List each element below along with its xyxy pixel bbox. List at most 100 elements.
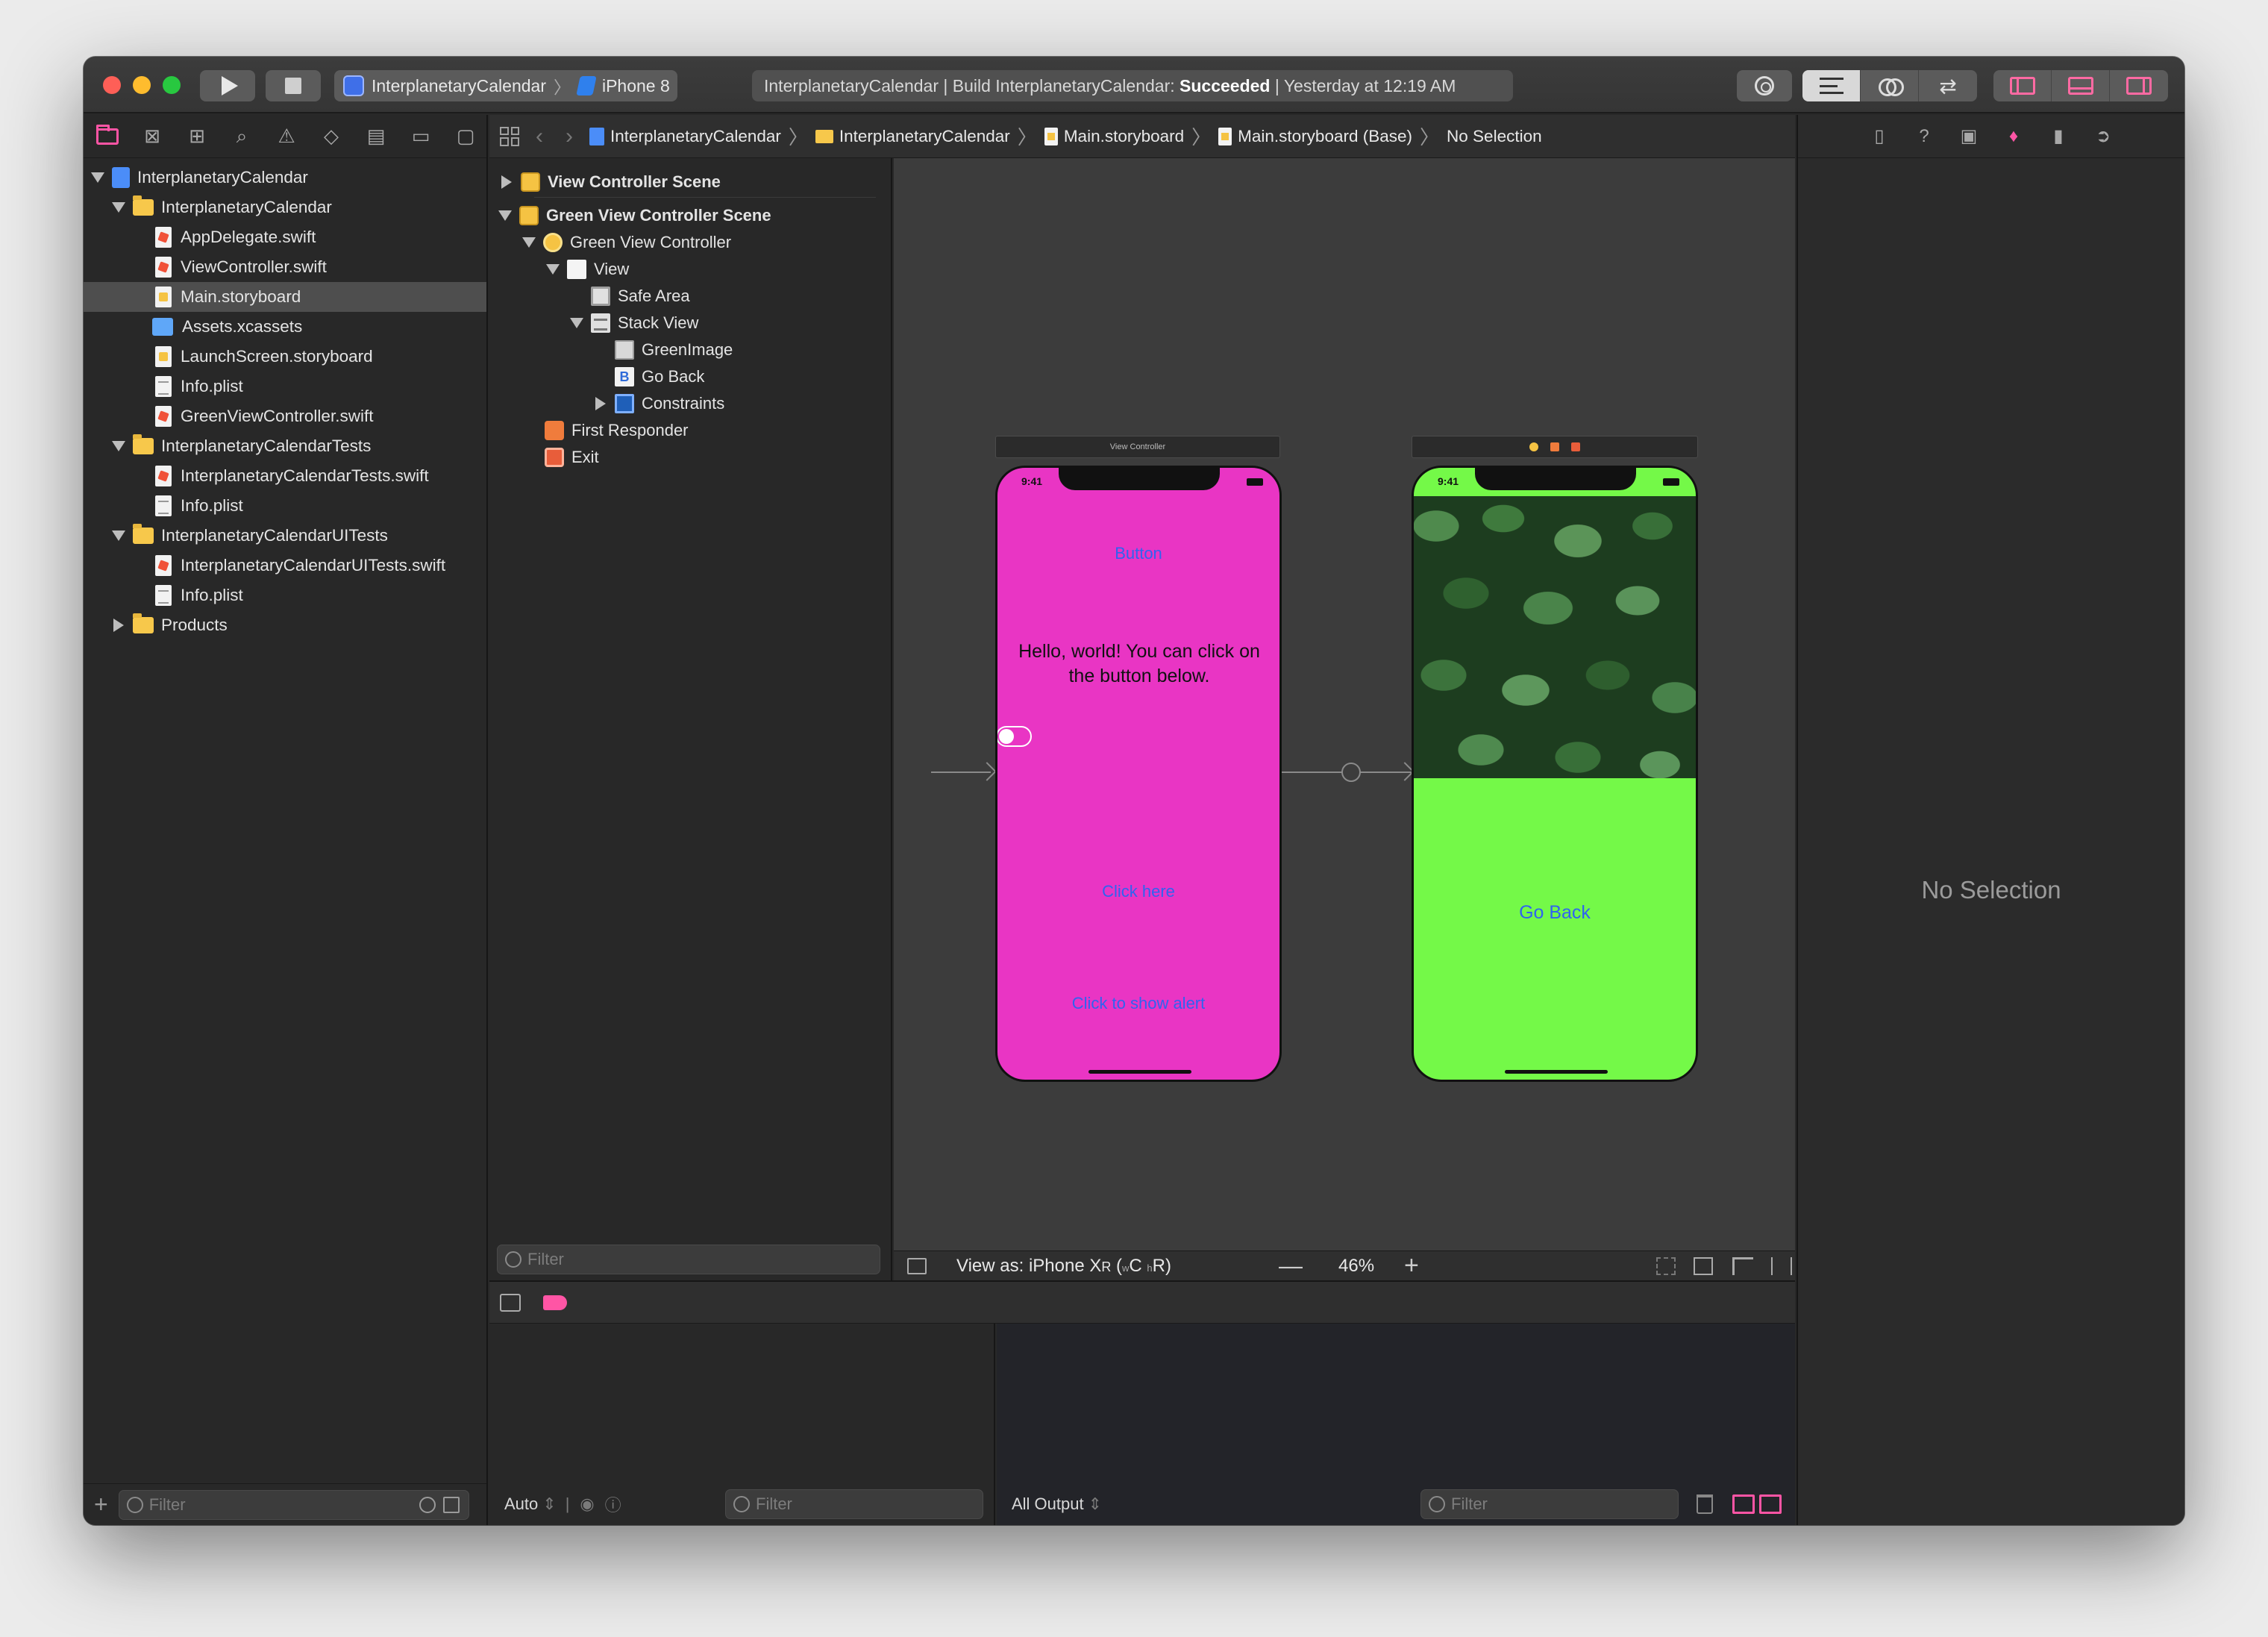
back-arrow-icon[interactable]: ‹ bbox=[530, 124, 549, 149]
outline-item-view-controller[interactable]: Green View Controller bbox=[489, 229, 891, 256]
outline-item-button[interactable]: B Go Back bbox=[489, 363, 891, 390]
tree-item-file-selected[interactable]: Main.storyboard bbox=[84, 282, 486, 312]
toggle-debug-button[interactable] bbox=[2052, 70, 2110, 101]
breadcrumb[interactable]: InterplanetaryCalendar 〉 InterplanetaryC… bbox=[589, 122, 1542, 150]
tree-item-file[interactable]: ViewController.swift bbox=[84, 252, 486, 282]
quick-help-tab[interactable]: ? bbox=[1913, 125, 1935, 148]
exit-dock-icon[interactable] bbox=[1571, 442, 1580, 451]
console-view[interactable]: All Output ⇕ Filter bbox=[997, 1324, 1795, 1525]
view-controller-dock-icon[interactable] bbox=[1529, 442, 1538, 451]
recent-files-icon[interactable] bbox=[419, 1496, 436, 1513]
scene-dock[interactable]: View Controller bbox=[995, 436, 1280, 458]
disclosure-closed-icon[interactable] bbox=[501, 175, 512, 189]
assistant-editor-button[interactable] bbox=[1861, 70, 1919, 101]
tree-item-file[interactable]: Info.plist bbox=[84, 491, 486, 521]
size-inspector-tab[interactable]: ▮ bbox=[2047, 125, 2070, 148]
scene-dock[interactable] bbox=[1412, 436, 1698, 458]
identity-inspector-tab[interactable]: ▣ bbox=[1958, 125, 1980, 148]
disclosure-closed-icon[interactable] bbox=[595, 397, 606, 410]
add-file-button[interactable]: + bbox=[94, 1491, 108, 1518]
connections-inspector-tab[interactable]: ➲ bbox=[2092, 125, 2114, 148]
tree-item-file[interactable]: GreenViewController.swift bbox=[84, 401, 486, 431]
output-select[interactable]: All Output bbox=[1012, 1494, 1084, 1514]
debug-navigator-tab[interactable]: ▤ bbox=[364, 125, 388, 148]
switch-toggle[interactable] bbox=[997, 726, 1032, 747]
pink-view-controller[interactable]: 9:41 Button Hello, world! You can click … bbox=[995, 466, 1282, 1082]
breadcrumb-item[interactable]: No Selection bbox=[1447, 127, 1542, 146]
zoom-window-button[interactable] bbox=[163, 76, 181, 94]
tree-item-project[interactable]: InterplanetaryCalendar bbox=[84, 163, 486, 193]
run-button[interactable] bbox=[200, 70, 255, 101]
outline-item-exit[interactable]: Exit bbox=[489, 444, 891, 471]
attributes-inspector-tab[interactable]: ♦ bbox=[2002, 125, 2025, 148]
navigator-filter-input[interactable]: Filter bbox=[118, 1489, 469, 1520]
minimize-window-button[interactable] bbox=[133, 76, 151, 94]
outline-item-safe-area[interactable]: Safe Area bbox=[489, 283, 891, 310]
version-editor-button[interactable]: ⇄ bbox=[1919, 70, 1977, 101]
report-navigator-tab[interactable]: ▢ bbox=[454, 125, 477, 148]
show-alert-button[interactable]: Click to show alert bbox=[997, 994, 1279, 1013]
tree-item-file[interactable]: LaunchScreen.storyboard bbox=[84, 342, 486, 372]
outline-item-first-responder[interactable]: First Responder bbox=[489, 417, 891, 444]
breakpoints-toggle-icon[interactable] bbox=[543, 1295, 567, 1310]
breadcrumb-item[interactable]: InterplanetaryCalendar bbox=[839, 127, 1010, 146]
symbol-navigator-tab[interactable]: ⊞ bbox=[185, 125, 209, 148]
disclosure-open-icon[interactable] bbox=[498, 210, 512, 221]
breadcrumb-item[interactable]: Main.storyboard bbox=[1064, 127, 1184, 146]
tree-item-file[interactable]: Info.plist bbox=[84, 580, 486, 610]
storyboard-canvas[interactable]: View Controller 9:41 Button Hello, world… bbox=[894, 158, 1795, 1251]
outline-item-scene[interactable]: Green View Controller Scene bbox=[489, 202, 891, 229]
eye-icon[interactable]: ◉ bbox=[580, 1494, 594, 1514]
first-responder-dock-icon[interactable] bbox=[1550, 442, 1559, 451]
green-view-controller[interactable]: 9:41 Go Back bbox=[1412, 466, 1698, 1082]
tree-item-file[interactable]: InterplanetaryCalendarTests.swift bbox=[84, 461, 486, 491]
breakpoint-navigator-tab[interactable]: ▭ bbox=[409, 125, 433, 148]
disclosure-closed-icon[interactable] bbox=[113, 619, 124, 632]
align-icon[interactable] bbox=[1732, 1256, 1753, 1275]
toggle-inspector-button[interactable] bbox=[2110, 70, 2168, 101]
zoom-in-button[interactable]: + bbox=[1404, 1251, 1419, 1280]
tree-item-file[interactable]: Assets.xcassets bbox=[84, 312, 486, 342]
console-filter-input[interactable]: Filter bbox=[1420, 1489, 1679, 1519]
trash-icon[interactable] bbox=[1697, 1494, 1713, 1514]
disclosure-open-icon[interactable] bbox=[112, 530, 125, 541]
outline-item-view[interactable]: View bbox=[489, 256, 891, 283]
stop-button[interactable] bbox=[266, 70, 321, 101]
standard-editor-button[interactable] bbox=[1802, 70, 1861, 101]
outline-toggle-icon[interactable] bbox=[907, 1257, 927, 1274]
disclosure-open-icon[interactable] bbox=[91, 172, 104, 183]
green-image[interactable] bbox=[1414, 496, 1696, 778]
toggle-navigator-button[interactable] bbox=[1993, 70, 2052, 101]
issue-navigator-tab[interactable]: ⚠ bbox=[275, 125, 298, 148]
click-here-button[interactable]: Click here bbox=[997, 882, 1279, 901]
tree-item-folder[interactable]: InterplanetaryCalendarUITests bbox=[84, 521, 486, 551]
button-button[interactable]: Button bbox=[997, 544, 1279, 563]
test-navigator-tab[interactable]: ◇ bbox=[319, 125, 343, 148]
view-as-label[interactable]: View as: iPhone XR (wC hR) bbox=[956, 1256, 1171, 1277]
outline-item-stack-view[interactable]: Stack View bbox=[489, 310, 891, 337]
outline-item-image-view[interactable]: GreenImage bbox=[489, 337, 891, 363]
hide-debug-area-icon[interactable] bbox=[500, 1293, 521, 1312]
tree-item-file[interactable]: InterplanetaryCalendarUITests.swift bbox=[84, 551, 486, 580]
outline-item-scene[interactable]: View Controller Scene bbox=[489, 169, 891, 195]
breadcrumb-item[interactable]: InterplanetaryCalendar bbox=[610, 127, 781, 146]
info-icon[interactable]: ⓘ bbox=[605, 1492, 621, 1516]
related-items-icon[interactable] bbox=[500, 126, 519, 146]
disclosure-open-icon[interactable] bbox=[522, 237, 536, 248]
outline-filter-input[interactable]: Filter bbox=[497, 1245, 880, 1274]
disclosure-open-icon[interactable] bbox=[112, 202, 125, 213]
tree-item-folder[interactable]: InterplanetaryCalendar bbox=[84, 193, 486, 222]
embed-in-icon[interactable] bbox=[1694, 1256, 1713, 1275]
find-navigator-tab[interactable]: ⌕ bbox=[230, 125, 254, 148]
go-back-button[interactable]: Go Back bbox=[1414, 902, 1696, 924]
tree-item-folder[interactable]: InterplanetaryCalendarTests bbox=[84, 431, 486, 461]
auto-select[interactable]: Auto bbox=[504, 1494, 538, 1514]
variables-filter-input[interactable]: Filter bbox=[725, 1489, 983, 1519]
breadcrumb-item[interactable]: Main.storyboard (Base) bbox=[1238, 127, 1412, 146]
disclosure-open-icon[interactable] bbox=[546, 264, 560, 275]
segue-icon[interactable] bbox=[1341, 763, 1361, 782]
library-button[interactable] bbox=[1737, 70, 1792, 101]
forward-arrow-icon[interactable]: › bbox=[560, 124, 579, 149]
add-constraints-icon[interactable] bbox=[1771, 1256, 1792, 1275]
source-control-tab[interactable]: ⊠ bbox=[140, 125, 164, 148]
